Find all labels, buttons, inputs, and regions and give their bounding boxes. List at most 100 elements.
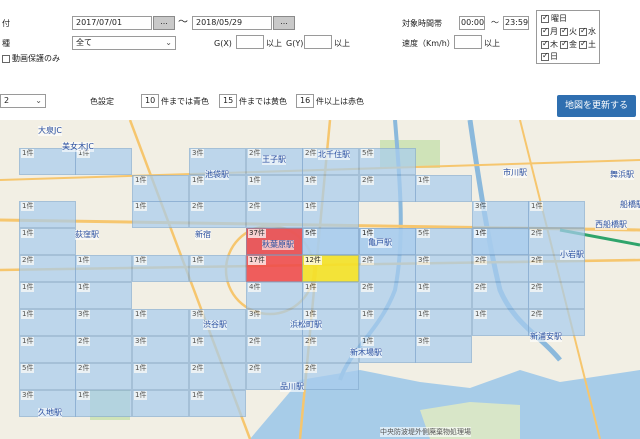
red-threshold-text: 件以上は赤色 — [316, 97, 364, 106]
heatmap-cell[interactable]: 1件 — [472, 309, 529, 336]
heatmap-cell-count: 1件 — [304, 283, 318, 292]
heatmap-cell[interactable]: 1件 — [19, 282, 76, 309]
heatmap-cell[interactable]: 2件 — [472, 255, 529, 282]
heatmap-cell[interactable]: 1件 — [302, 201, 359, 228]
date-from-picker-button[interactable]: ... — [153, 16, 175, 30]
heatmap-cell[interactable]: 1件 — [472, 228, 529, 255]
heatmap-cell[interactable]: 1件 — [189, 255, 246, 282]
heatmap-cell[interactable]: 1件 — [132, 390, 189, 417]
heatmap-cell[interactable]: 1件 — [75, 282, 132, 309]
heatmap-cell[interactable]: 1件 — [246, 175, 303, 202]
speed-suffix: 以上 — [484, 39, 500, 48]
heatmap-cell-count: 1件 — [304, 310, 318, 319]
place-label: 市川駅 — [503, 168, 527, 178]
weekday-all-checkbox[interactable] — [541, 13, 549, 23]
red-threshold-input[interactable]: 16 — [296, 94, 314, 108]
heatmap-cell[interactable]: 1件 — [132, 363, 189, 390]
heatmap-cell[interactable]: 5件 — [19, 363, 76, 390]
heatmap-cell-count: 5件 — [304, 229, 318, 238]
time-label: 対象時間帯 — [402, 19, 442, 28]
heatmap-cell[interactable]: 2件 — [472, 282, 529, 309]
heatmap-cell[interactable]: 2件 — [189, 363, 246, 390]
update-map-button[interactable]: 地図を更新する — [557, 95, 636, 117]
heatmap-cell-count: 3件 — [417, 256, 431, 265]
heatmap-cell[interactable]: 1件 — [75, 148, 132, 175]
time-to-input[interactable]: 23:59 — [503, 16, 529, 30]
heatmap-cell[interactable]: 1件 — [132, 255, 189, 282]
heatmap-cell[interactable]: 1件 — [19, 228, 76, 255]
heatmap-cell[interactable]: 2件 — [246, 336, 303, 363]
heatmap-cell[interactable]: 1件 — [528, 201, 585, 228]
blue-threshold-input[interactable]: 10 — [141, 94, 159, 108]
fri-label: 金 — [569, 40, 577, 49]
thu-label: 木 — [550, 40, 558, 49]
type-select[interactable]: 全て ⌄ — [72, 36, 176, 50]
date-to-input[interactable]: 2018/05/29 — [192, 16, 272, 30]
heatmap-cell[interactable]: 2件 — [302, 363, 359, 390]
heatmap-map[interactable]: 1件1件3件2件2件5件1件1件1件1件2件1件1件3件1件2件2件1件8件6件… — [0, 120, 640, 439]
heatmap-cell[interactable]: 2件 — [189, 201, 246, 228]
heatmap-cell[interactable]: 1件 — [132, 309, 189, 336]
heatmap-cell[interactable]: 2件 — [75, 363, 132, 390]
gx-input[interactable] — [236, 35, 264, 49]
heatmap-cell[interactable]: 1件 — [19, 148, 76, 175]
heatmap-cell[interactable]: 17件 — [246, 255, 303, 282]
heatmap-cell[interactable]: 12件 — [302, 255, 359, 282]
heatmap-cell[interactable]: 1件 — [415, 282, 472, 309]
heatmap-cell-count: 2件 — [248, 364, 262, 373]
heatmap-cell-count: 2件 — [304, 364, 318, 373]
heatmap-cell[interactable]: 2件 — [75, 336, 132, 363]
heatmap-cell[interactable]: 1件 — [359, 309, 416, 336]
heatmap-cell-count: 2件 — [191, 202, 205, 211]
heatmap-cell[interactable]: 2件 — [359, 255, 416, 282]
heatmap-cell[interactable]: 5件 — [415, 228, 472, 255]
place-label: 西船橋駅 — [595, 220, 627, 230]
heatmap-cell[interactable]: 5件 — [302, 228, 359, 255]
heatmap-cell[interactable]: 2件 — [19, 255, 76, 282]
heatmap-cell[interactable]: 1件 — [189, 390, 246, 417]
heatmap-cell[interactable]: 2件 — [359, 175, 416, 202]
tue-checkbox[interactable] — [560, 26, 568, 36]
wed-checkbox[interactable] — [579, 26, 587, 36]
heatmap-cell[interactable]: 1件 — [302, 282, 359, 309]
type-select-value: 全て — [76, 38, 92, 47]
heatmap-cell[interactable]: 1件 — [75, 255, 132, 282]
heatmap-cell[interactable]: 3件 — [415, 336, 472, 363]
sun-checkbox[interactable] — [541, 51, 549, 61]
heatmap-cell[interactable]: 1件 — [132, 175, 189, 202]
video-only-checkbox[interactable] — [2, 55, 10, 63]
heatmap-cell[interactable]: 4件 — [246, 282, 303, 309]
heatmap-cell[interactable]: 1件 — [19, 309, 76, 336]
heatmap-cell[interactable]: 3件 — [132, 336, 189, 363]
sat-checkbox[interactable] — [579, 39, 587, 49]
mon-checkbox[interactable] — [541, 26, 549, 36]
speed-input[interactable] — [454, 35, 482, 49]
heatmap-cell[interactable]: 2件 — [246, 201, 303, 228]
heatmap-cell[interactable]: 3件 — [75, 309, 132, 336]
heatmap-cell[interactable]: 1件 — [302, 175, 359, 202]
heatmap-cell[interactable]: 1件 — [415, 309, 472, 336]
fri-checkbox[interactable] — [560, 39, 568, 49]
place-label: 亀戸駅 — [368, 238, 392, 248]
gx-label: G(X) — [214, 39, 232, 48]
heatmap-cell[interactable]: 1件 — [75, 390, 132, 417]
heatmap-cell-count: 1件 — [191, 176, 205, 185]
heatmap-cell[interactable]: 1件 — [19, 336, 76, 363]
heatmap-cell[interactable]: 5件 — [359, 148, 416, 175]
zoom-select[interactable]: 2 ⌄ — [0, 94, 46, 108]
heatmap-cell[interactable]: 1件 — [189, 336, 246, 363]
gy-input[interactable] — [304, 35, 332, 49]
heatmap-cell[interactable]: 3件 — [415, 255, 472, 282]
thu-checkbox[interactable] — [541, 39, 549, 49]
heatmap-cell[interactable]: 2件 — [359, 282, 416, 309]
heatmap-cell[interactable]: 3件 — [472, 201, 529, 228]
date-from-input[interactable]: 2017/07/01 — [72, 16, 152, 30]
heatmap-cell-count: 5件 — [21, 364, 35, 373]
heatmap-cell[interactable]: 1件 — [19, 201, 76, 228]
time-from-input[interactable]: 00:00 — [459, 16, 485, 30]
yellow-threshold-input[interactable]: 15 — [219, 94, 237, 108]
heatmap-cell[interactable]: 1件 — [415, 175, 472, 202]
heatmap-cell[interactable]: 2件 — [528, 282, 585, 309]
date-to-picker-button[interactable]: ... — [273, 16, 295, 30]
heatmap-cell[interactable]: 1件 — [132, 201, 189, 228]
